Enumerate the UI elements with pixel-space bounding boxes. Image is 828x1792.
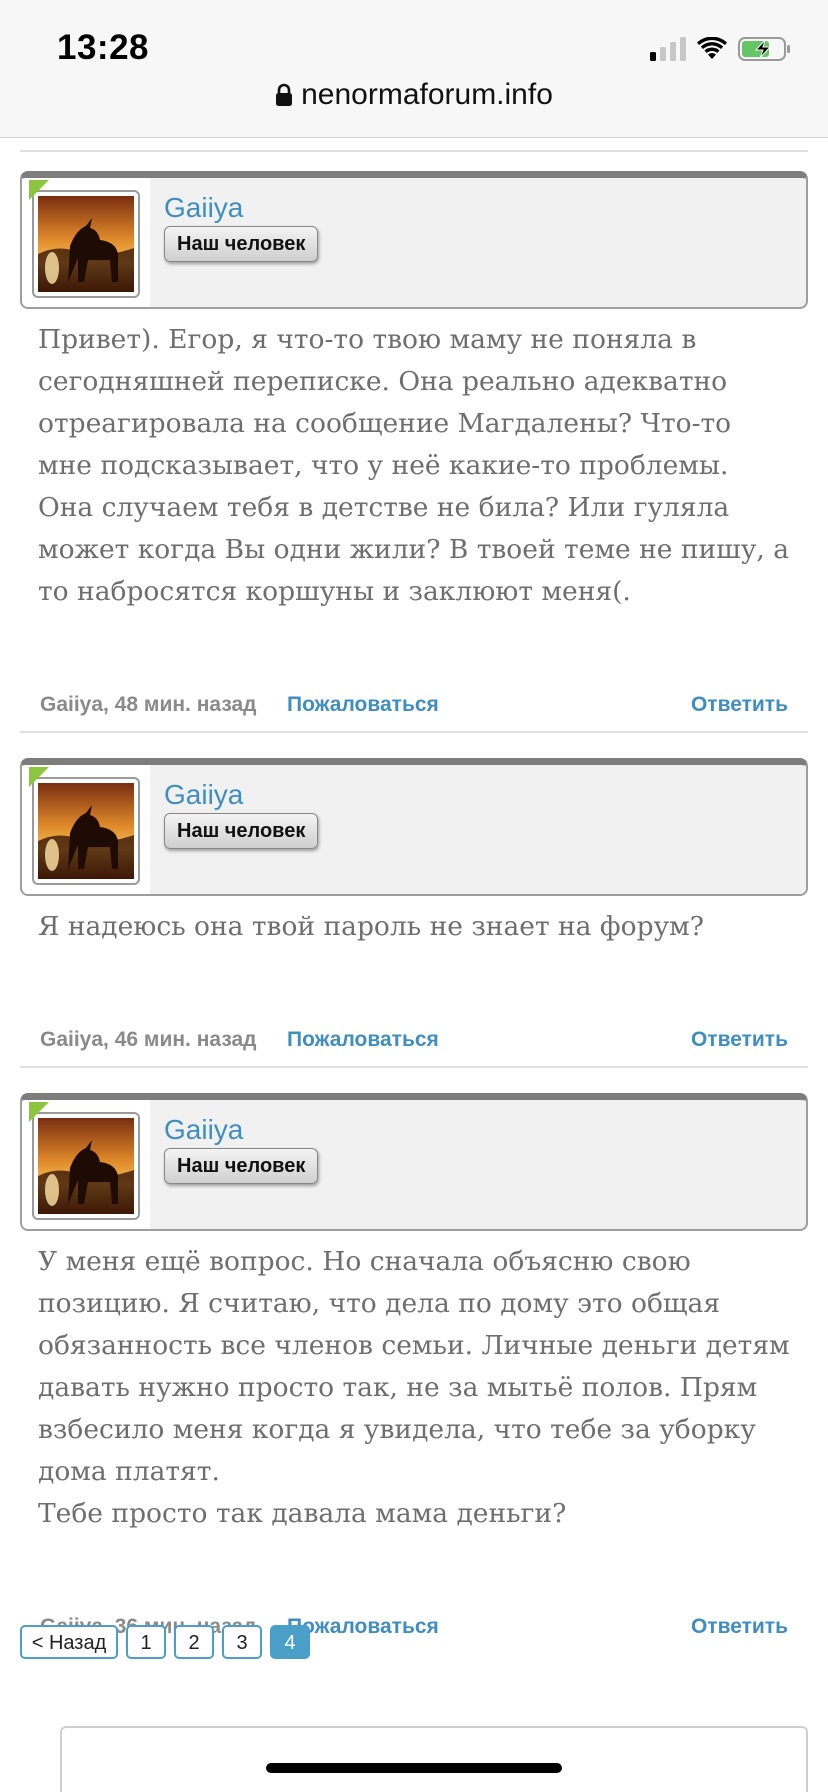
post-body: У меня ещё вопрос. Но сначала объясню св… <box>38 1246 790 1529</box>
post-author-time: Gaiiya, 48 мин. назад <box>40 693 257 716</box>
post-header: Gaiiya Наш человек <box>20 758 808 896</box>
reply-link[interactable]: Ответить <box>691 1615 788 1639</box>
post-username[interactable]: Gaiiya <box>164 1114 243 1146</box>
reply-link[interactable]: Ответить <box>691 693 788 717</box>
unicorn-avatar-image <box>38 783 134 879</box>
url-text: nenormaforum.info <box>301 78 553 111</box>
cellular-signal-icon <box>650 37 686 61</box>
forum-post: Gaiiya Наш человек Привет). Егор, я что-… <box>20 171 808 739</box>
avatar[interactable] <box>32 777 140 885</box>
post-username[interactable]: Gaiiya <box>164 192 243 224</box>
wifi-icon <box>697 37 727 59</box>
unicorn-avatar-image <box>38 1118 134 1214</box>
home-indicator[interactable] <box>266 1763 562 1773</box>
status-time: 13:28 <box>57 28 150 67</box>
reply-link[interactable]: Ответить <box>691 1028 788 1052</box>
reply-form-box[interactable] <box>60 1726 808 1792</box>
avatar[interactable] <box>32 190 140 298</box>
post-body: Привет). Егор, я что-то твою маму не пон… <box>38 324 790 607</box>
status-icons <box>650 34 792 64</box>
post-header: Gaiiya Наш человек <box>20 1093 808 1231</box>
user-role-badge: Наш человек <box>164 1148 319 1184</box>
forum-post: Gaiiya Наш человек У меня ещё вопрос. Но… <box>20 1093 808 1661</box>
post-body: Я надеюсь она твой пароль не знает на фо… <box>38 911 704 942</box>
page-4-button-current[interactable]: 4 <box>270 1625 310 1659</box>
url-bar[interactable]: nenormaforum.info <box>0 78 828 112</box>
pagination: < Назад 1 2 3 4 <box>20 1625 310 1659</box>
thread-content: Gaiiya Наш человек Привет). Егор, я что-… <box>20 138 808 1661</box>
post-header: Gaiiya Наш человек <box>20 171 808 309</box>
online-marker <box>29 767 49 787</box>
divider <box>20 138 808 152</box>
page-3-button[interactable]: 3 <box>222 1625 262 1659</box>
online-marker <box>29 1102 49 1122</box>
battery-charging-icon <box>738 37 790 61</box>
online-marker <box>29 180 49 200</box>
post-author-time: Gaiiya, 46 мин. назад <box>40 1028 257 1051</box>
browser-top-bar: 13:28 nenormaforum.info <box>0 0 828 138</box>
lock-icon <box>276 83 293 106</box>
avatar-container <box>22 765 150 894</box>
avatar[interactable] <box>32 1112 140 1220</box>
post-meta: Gaiiya, 46 мин. назад Пожаловаться Ответ… <box>20 1028 808 1068</box>
post-meta: Gaiiya, 48 мин. назад Пожаловаться Ответ… <box>20 693 808 733</box>
page-1-button[interactable]: 1 <box>126 1625 166 1659</box>
avatar-container <box>22 1100 150 1229</box>
prev-page-button[interactable]: < Назад <box>20 1625 118 1659</box>
avatar-container <box>22 178 150 307</box>
unicorn-avatar-image <box>38 196 134 292</box>
user-role-badge: Наш человек <box>164 226 319 262</box>
report-link[interactable]: Пожаловаться <box>287 1028 439 1052</box>
user-role-badge: Наш человек <box>164 813 319 849</box>
post-username[interactable]: Gaiiya <box>164 779 243 811</box>
forum-post: Gaiiya Наш человек Я надеюсь она твой па… <box>20 758 808 1074</box>
page-2-button[interactable]: 2 <box>174 1625 214 1659</box>
report-link[interactable]: Пожаловаться <box>287 693 439 717</box>
